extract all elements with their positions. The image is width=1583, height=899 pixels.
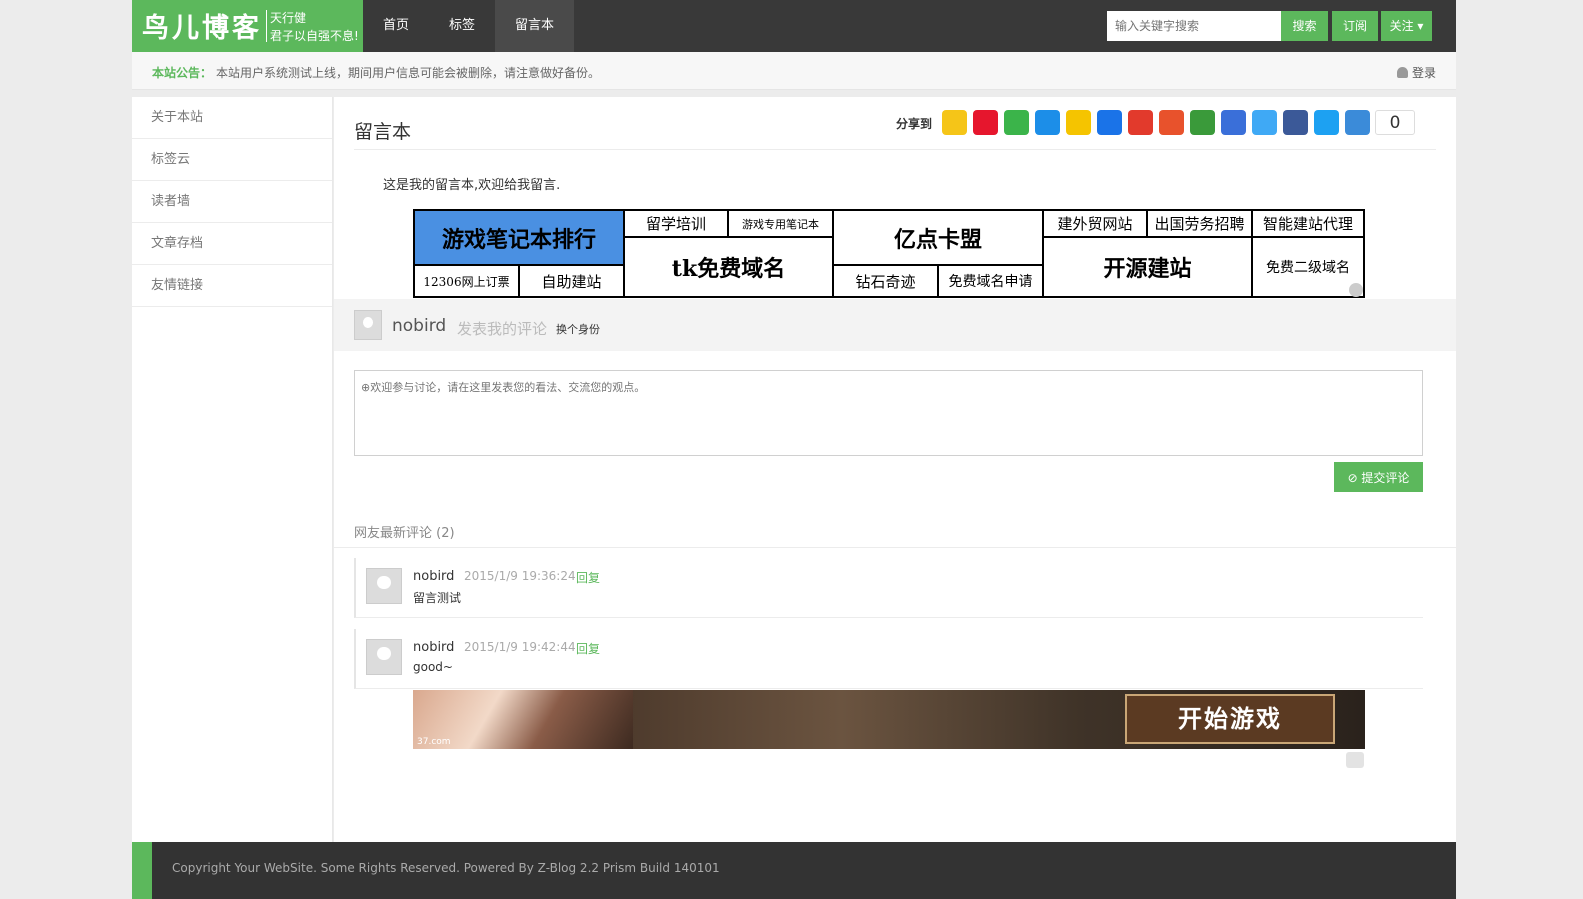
submit-comment-button[interactable]: ⊘ 提交评论 — [1334, 462, 1423, 492]
sidebar-item-links[interactable]: 友情链接 — [132, 265, 332, 307]
share-icon[interactable] — [1314, 110, 1339, 135]
comment-time: 2015/1/9 19:42:44 — [464, 640, 576, 654]
share-icon[interactable] — [973, 110, 998, 135]
sidebar-item-archive[interactable]: 文章存档 — [132, 223, 332, 265]
footer-copyright: Copyright Your WebSite. Some Rights Rese… — [172, 861, 720, 875]
footer-accent — [132, 842, 152, 899]
ad-link[interactable]: 自助建站 — [520, 266, 625, 296]
notice-text: 本站用户系统测试上线，期间用户信息可能会被删除，请注意做好备份。 — [216, 66, 601, 80]
comment-item: nobird 2015/1/9 19:42:44 回复 good~ — [354, 629, 1423, 689]
main-content: 留言本 分享到 0 这是我的留言本,欢迎给我留言. 游戏笔记本排行 留学培训 游… — [334, 97, 1456, 842]
share-icon[interactable] — [1159, 110, 1184, 135]
logo-motto-1: 天行健 — [270, 11, 307, 25]
search-input[interactable] — [1107, 11, 1281, 41]
share-icons — [942, 110, 1376, 135]
comment-textarea[interactable] — [354, 370, 1423, 456]
share-icon[interactable] — [1066, 110, 1091, 135]
ad-close-icon[interactable] — [1349, 283, 1363, 297]
top-navbar: 鸟儿博客 天行健 君子以自强不息! 首页 标签 留言本 搜索 订阅 关注 ▾ — [132, 0, 1456, 52]
comment-author[interactable]: nobird — [413, 569, 454, 584]
page-title: 留言本 — [354, 121, 412, 143]
reply-link[interactable]: 回复 — [576, 569, 600, 586]
start-game-button[interactable]: 开始游戏 — [1125, 694, 1335, 744]
share-icon[interactable] — [1345, 110, 1370, 135]
avatar — [366, 639, 402, 675]
text-ad-block: 游戏笔记本排行 留学培训 游戏专用笔记本 亿点卡盟 建外贸网站 出国劳务招聘 智… — [413, 209, 1365, 298]
share-icon[interactable] — [1190, 110, 1215, 135]
game-banner-ad[interactable]: 37.com 开始游戏 — [413, 690, 1365, 749]
ad-link[interactable]: 免费域名申请 — [939, 266, 1044, 296]
sidebar-item-about[interactable]: 关于本站 — [132, 97, 332, 139]
logo-title: 鸟儿博客 — [142, 13, 262, 44]
comments-title: 网友最新评论 (2) — [354, 526, 455, 541]
share-count[interactable]: 0 — [1375, 110, 1415, 135]
notice-label: 本站公告： — [152, 66, 213, 80]
main-nav: 首页 标签 留言本 — [363, 0, 575, 52]
comment-author[interactable]: nobird — [413, 640, 454, 655]
share-icon[interactable] — [1252, 110, 1277, 135]
comment-item: nobird 2015/1/9 19:36:24 回复 留言测试 — [354, 558, 1423, 618]
comment-body: 留言测试 — [413, 591, 462, 605]
ad-link[interactable]: 开源建站 — [1044, 238, 1253, 296]
notice-bar: 本站公告： 本站用户系统测试上线，期间用户信息可能会被删除，请注意做好备份。 登… — [132, 52, 1456, 90]
comment-identity-bar: nobird 发表我的评论 换个身份 — [334, 299, 1456, 351]
post-comment-label: 发表我的评论 — [457, 320, 548, 338]
ad-link[interactable]: 免费二级域名 — [1253, 238, 1363, 296]
intro-text: 这是我的留言本,欢迎给我留言. — [383, 178, 561, 193]
ad-link[interactable]: 亿点卡盟 — [834, 211, 1044, 266]
ad-link[interactable]: 建外贸网站 — [1044, 211, 1148, 238]
avatar — [366, 568, 402, 604]
share-icon[interactable] — [1004, 110, 1029, 135]
ad-close-icon[interactable] — [1346, 752, 1364, 768]
avatar — [354, 310, 382, 340]
logo-divider — [266, 10, 267, 42]
ad-link[interactable]: 留学培训 — [625, 211, 729, 238]
site-logo[interactable]: 鸟儿博客 天行健 君子以自强不息! — [132, 0, 363, 52]
ad-link[interactable]: 钻石奇迹 — [834, 266, 939, 296]
share-icon[interactable] — [1035, 110, 1060, 135]
nav-guestbook[interactable]: 留言本 — [495, 0, 575, 52]
ad-link[interactable]: 12306网上订票 — [415, 266, 520, 296]
reply-link[interactable]: 回复 — [576, 640, 600, 657]
share-icon[interactable] — [1097, 110, 1122, 135]
sidebar-item-tag-cloud[interactable]: 标签云 — [132, 139, 332, 181]
share-icon[interactable] — [942, 110, 967, 135]
login-link[interactable]: 登录 — [1396, 64, 1436, 81]
search-button[interactable]: 搜索 — [1281, 11, 1328, 41]
sidebar-item-readers[interactable]: 读者墙 — [132, 181, 332, 223]
logo-motto-2: 君子以自强不息! — [270, 29, 359, 43]
footer: Copyright Your WebSite. Some Rights Rese… — [132, 842, 1456, 899]
comment-user-name: nobird — [392, 316, 447, 336]
share-icon[interactable] — [1221, 110, 1246, 135]
ad-link[interactable]: 出国劳务招聘 — [1148, 211, 1253, 238]
ad-link[interactable]: 游戏专用笔记本 — [729, 211, 834, 238]
share-icon[interactable] — [1283, 110, 1308, 135]
share-icon[interactable] — [1128, 110, 1153, 135]
login-label: 登录 — [1411, 66, 1436, 80]
ad-link[interactable]: tk免费域名 — [625, 238, 834, 296]
ad-link[interactable]: 智能建站代理 — [1253, 211, 1363, 238]
share-label: 分享到 — [896, 117, 933, 131]
comment-time: 2015/1/9 19:36:24 — [464, 569, 576, 583]
nav-tags[interactable]: 标签 — [429, 0, 495, 52]
nav-home[interactable]: 首页 — [363, 0, 429, 52]
ad-brand: 37.com — [417, 737, 451, 747]
switch-identity-link[interactable]: 换个身份 — [556, 321, 600, 337]
comment-body: good~ — [413, 660, 453, 674]
sidebar: 关于本站 标签云 读者墙 文章存档 友情链接 — [132, 97, 333, 842]
user-icon — [1396, 67, 1408, 78]
comments-divider — [334, 547, 1456, 548]
subscribe-button[interactable]: 订阅 — [1332, 11, 1378, 41]
title-divider — [354, 149, 1436, 150]
follow-dropdown[interactable]: 关注 ▾ — [1381, 11, 1432, 41]
ad-link[interactable]: 游戏笔记本排行 — [415, 211, 625, 266]
